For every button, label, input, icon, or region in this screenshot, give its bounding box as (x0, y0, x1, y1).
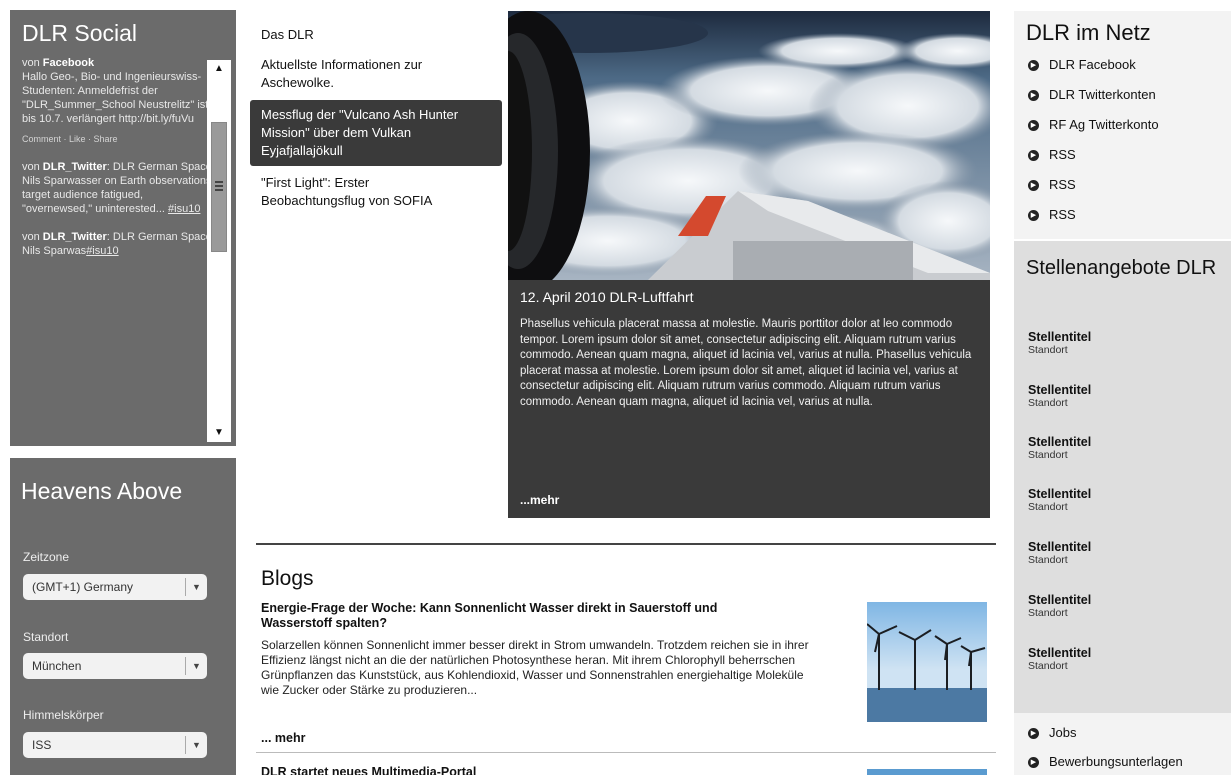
link-bewerbungsunterlagen[interactable]: ▶ Bewerbungsunterlagen (1028, 754, 1183, 775)
himmelskoerper-label: Himmelskörper (23, 708, 104, 722)
social-feed[interactable]: von Facebook Hallo Geo-, Bio- und Ingeni… (22, 56, 216, 394)
stellenangebote-panel: Stellenangebote DLR Stellentitel Standort… (1014, 241, 1231, 713)
hero-image[interactable] (508, 11, 990, 280)
standort-label: Standort (23, 630, 69, 644)
link-rf-ag-twitterkonto[interactable]: ▶ RF Ag Twitterkonto (1028, 117, 1159, 147)
post-actions[interactable]: Comment · Like · Share (22, 132, 216, 146)
jobs-title: Stellenangebote DLR (1026, 257, 1217, 279)
blog-teaser: Solarzellen können Sonnenlicht immer bes… (261, 638, 809, 697)
feature-box: 12. April 2010 DLR-Luftfahrt Phasellus v… (508, 11, 990, 518)
chevron-down-icon[interactable]: ▼ (185, 736, 207, 754)
post-hashtag[interactable]: #isu10 (168, 203, 200, 215)
himmelskoerper-select[interactable]: ISS ▼ (23, 732, 207, 758)
job-item[interactable]: Stellentitel Standort (1028, 383, 1091, 409)
feed-scrollbar[interactable]: ▲ ▼ (207, 60, 231, 442)
bullet-arrow-icon: ▶ (1028, 120, 1039, 131)
chevron-down-icon[interactable]: ▼ (185, 578, 207, 596)
feed-post: von DLR_Twitter: DLR German Space Nils S… (22, 161, 215, 215)
bottom-links-panel: ▶ Jobs ▶ Bewerbungsunterlagen (1014, 713, 1231, 775)
job-item[interactable]: Stellentitel Standort (1028, 540, 1091, 566)
link-jobs[interactable]: ▶ Jobs (1028, 725, 1183, 754)
post-source[interactable]: DLR_Twitter (43, 161, 107, 173)
dlr-social-panel: DLR Social von Facebook Hallo Geo-, Bio-… (10, 10, 236, 446)
heavens-above-panel: Heavens Above Zeitzone (GMT+1) Germany ▼… (10, 446, 236, 775)
feed-post: von DLR_Twitter: DLR German Space Nils S… (22, 231, 212, 257)
bullet-arrow-icon: ▶ (1028, 150, 1039, 161)
post-source[interactable]: Facebook (43, 57, 94, 69)
bullet-arrow-icon: ▶ (1028, 210, 1039, 221)
link-rss[interactable]: ▶ RSS (1028, 177, 1159, 207)
divider (256, 752, 996, 753)
job-item[interactable]: Stellentitel Standort (1028, 435, 1091, 461)
bullet-arrow-icon: ▶ (1028, 757, 1039, 768)
feature-nav: Das DLR Aktuellste Informationen zur Asc… (250, 20, 502, 216)
bullet-arrow-icon: ▶ (1028, 90, 1039, 101)
grip-icon (215, 181, 223, 191)
nav-item-first-light[interactable]: "First Light": Erster Beobachtungsflug v… (250, 168, 450, 216)
nav-item-das-dlr[interactable]: Das DLR (250, 20, 502, 50)
aircraft-wing-clouds-image (508, 11, 990, 280)
feature-heading: 12. April 2010 DLR-Luftfahrt (520, 289, 694, 305)
standort-select[interactable]: München ▼ (23, 653, 207, 679)
feed-post: von Facebook Hallo Geo-, Bio- und Ingeni… (22, 56, 216, 146)
link-dlr-twitterkonten[interactable]: ▶ DLR Twitterkonten (1028, 87, 1159, 117)
scroll-thumb[interactable] (211, 122, 227, 252)
scroll-up-arrow-icon[interactable]: ▲ (207, 60, 231, 78)
blog-title-link[interactable]: DLR startet neues Multimedia-Portal (261, 765, 476, 775)
netz-links: ▶ DLR Facebook ▶ DLR Twitterkonten ▶ RF Ag … (1028, 57, 1159, 237)
nav-item-aschewolke[interactable]: Aktuellste Informationen zur Aschewolke. (250, 50, 450, 98)
job-item[interactable]: Stellentitel Standort (1028, 487, 1091, 513)
link-rss[interactable]: ▶ RSS (1028, 207, 1159, 237)
feature-more-link[interactable]: ...mehr (520, 493, 559, 507)
job-item[interactable]: Stellentitel Standort (1028, 593, 1091, 619)
chevron-down-icon[interactable]: ▼ (185, 657, 207, 675)
bullet-arrow-icon: ▶ (1028, 728, 1039, 739)
netz-title: DLR im Netz (1026, 20, 1151, 45)
heavens-title: Heavens Above (21, 478, 183, 504)
post-text: Hallo Geo-, Bio- und Ingenieurswiss-Stud… (22, 71, 209, 125)
wind-turbines-illustration (867, 602, 987, 722)
post-source[interactable]: DLR_Twitter (43, 231, 107, 243)
divider (256, 543, 996, 545)
job-item[interactable]: Stellentitel Standort (1028, 330, 1091, 356)
blog-title-link[interactable]: Energie-Frage der Woche: Kann Sonnenlich… (261, 601, 761, 631)
left-column: DLR Social von Facebook Hallo Geo-, Bio-… (10, 10, 236, 775)
social-title: DLR Social (22, 20, 138, 46)
post-hashtag[interactable]: #isu10 (86, 245, 118, 257)
dlr-im-netz-panel: DLR im Netz ▶ DLR Facebook ▶ DLR Twitterko… (1014, 11, 1231, 239)
zeitzone-select[interactable]: (GMT+1) Germany ▼ (23, 574, 207, 600)
link-dlr-facebook[interactable]: ▶ DLR Facebook (1028, 57, 1159, 87)
nav-item-messflug[interactable]: Messflug der "Vulcano Ash Hunter Mission… (250, 100, 502, 166)
job-item[interactable]: Stellentitel Standort (1028, 646, 1091, 672)
feature-body: Phasellus vehicula placerat massa at mol… (520, 318, 972, 408)
blogs-heading: Blogs (261, 567, 314, 590)
link-rss[interactable]: ▶ RSS (1028, 147, 1159, 177)
zeitzone-label: Zeitzone (23, 550, 70, 564)
blog-thumbnail[interactable] (867, 769, 987, 775)
blog-more-link[interactable]: ... mehr (261, 731, 305, 745)
bottom-links: ▶ Jobs ▶ Bewerbungsunterlagen (1028, 725, 1183, 775)
bullet-arrow-icon: ▶ (1028, 180, 1039, 191)
wind-turbines-image[interactable] (867, 602, 987, 722)
bullet-arrow-icon: ▶ (1028, 60, 1039, 71)
scroll-down-arrow-icon[interactable]: ▼ (207, 424, 231, 442)
